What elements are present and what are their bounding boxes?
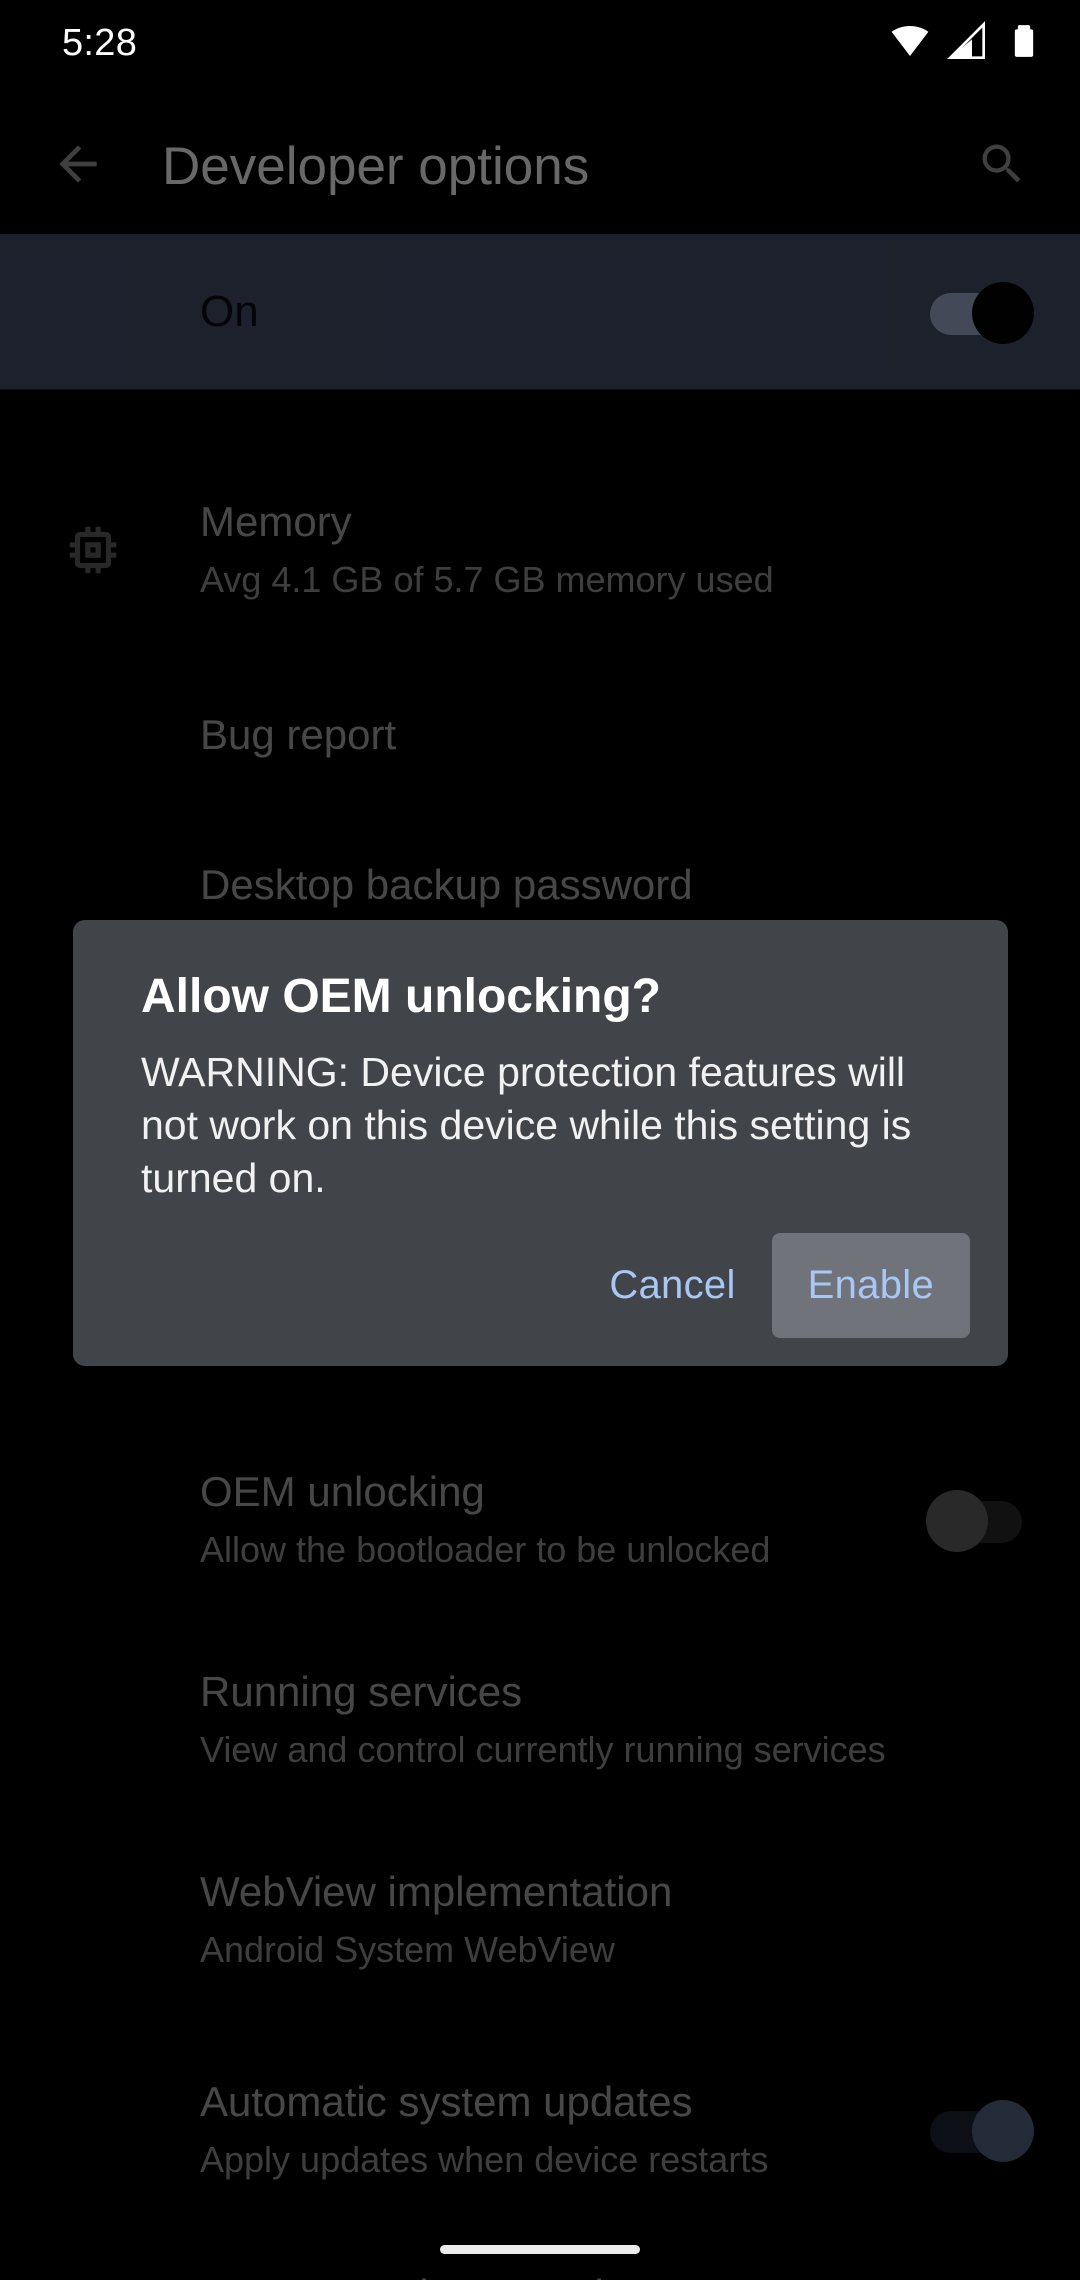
cancel-button[interactable]: Cancel <box>573 1233 771 1338</box>
dialog-message: WARNING: Device protection features will… <box>141 1049 912 1201</box>
dialog-button-bar: Cancel Enable <box>73 1205 1008 1366</box>
android-screen: Developer options On Memory Avg 4.1 GB o… <box>0 0 1080 2280</box>
enable-button[interactable]: Enable <box>771 1233 970 1338</box>
dialog-title: Allow OEM unlocking? <box>141 970 661 1023</box>
gesture-nav-pill[interactable] <box>440 2245 640 2254</box>
oem-unlocking-dialog: Allow OEM unlocking? WARNING: Device pro… <box>73 920 1008 1366</box>
